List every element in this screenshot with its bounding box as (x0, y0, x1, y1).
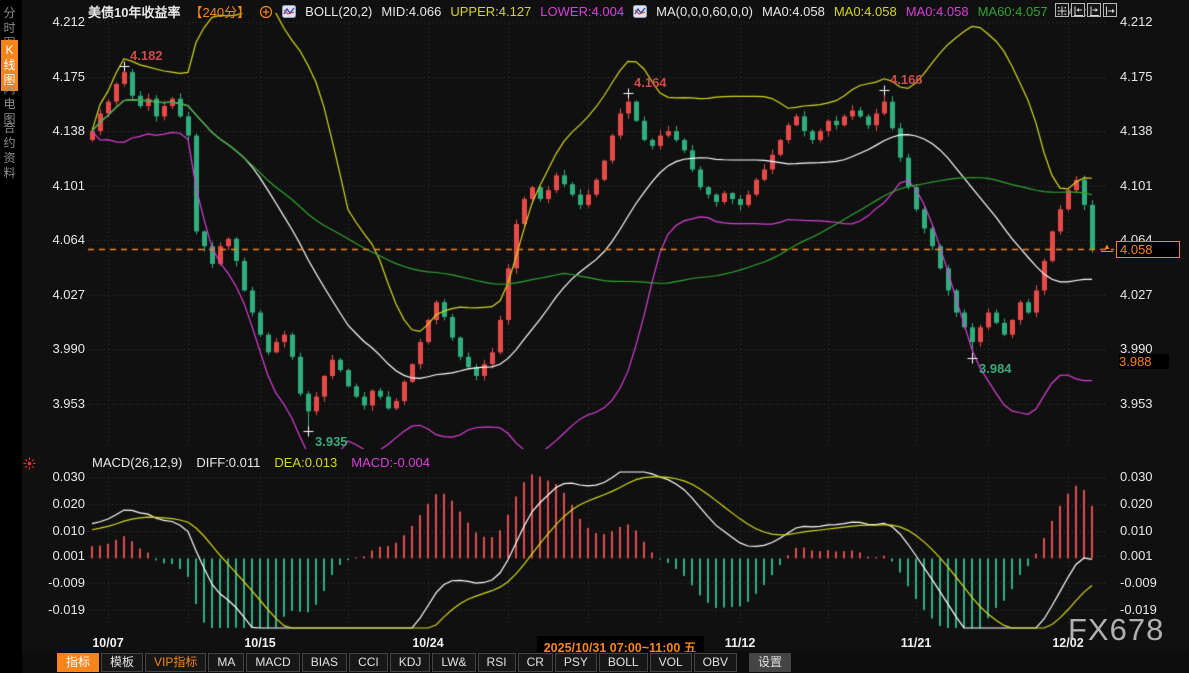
ma-label: MA(0,0,0,60,0,0) (656, 4, 753, 19)
price-annotation-3.935: 3.935 (315, 434, 348, 449)
footer-btn-CR[interactable]: CR (518, 653, 553, 672)
boll-upper-value: UPPER:4.127 (450, 4, 531, 19)
footer-btn-PSY[interactable]: PSY (555, 653, 597, 672)
price-axis-label-left-3.953: 3.953 (28, 396, 85, 412)
macd-diff-value: DIFF:0.011 (196, 455, 260, 470)
macd-value: MACD:-0.004 (351, 455, 430, 470)
footer-btn-MACD[interactable]: MACD (246, 653, 299, 672)
collapse-circle-plus-icon[interactable] (259, 5, 273, 18)
date-tick-label: 10/24 (412, 636, 443, 650)
footer-btn-设置[interactable]: 设置 (749, 653, 791, 672)
sidebar-tab-4[interactable]: 合 约 资 料 (1, 121, 18, 181)
date-tick-label: 11/21 (901, 636, 932, 650)
price-axis-label-right-4.175: 4.175 (1120, 69, 1180, 85)
indicator-toolbar: 指标模板VIP指标MAMACDBIASCCIKDJLW&RSICRPSYBOLL… (0, 652, 1189, 673)
macd-axis-label-right-0.010: 0.010 (1120, 523, 1180, 539)
price-axis-label-left-4.064: 4.064 (28, 232, 85, 248)
ma60-green-value: MA60:4.057 (978, 4, 1048, 19)
date-tick-label: 11/12 (725, 636, 756, 650)
indicator-header: 美债10年收益率 【240分】 BOLL(20,2) MID:4.066 UPP… (88, 3, 1087, 19)
date-tick-label: 10/07 (92, 636, 123, 650)
footer-btn-BOLL[interactable]: BOLL (599, 653, 648, 672)
boll-label: BOLL(20,2) (305, 4, 372, 19)
ma0-magenta-value: MA0:4.058 (906, 4, 969, 19)
price-axis-label-right-4.212: 4.212 (1120, 14, 1180, 30)
boll-mid-value: MID:4.066 (381, 4, 441, 19)
macd-axis-label-right-0.020: 0.020 (1120, 496, 1180, 512)
macd-header: MACD(26,12,9) DIFF:0.011 DEA:0.013 MACD:… (92, 455, 430, 470)
footer-btn-MA[interactable]: MA (208, 653, 244, 672)
price-axis-label-right-4.027: 4.027 (1120, 287, 1180, 303)
footer-btn-VOL[interactable]: VOL (650, 653, 692, 672)
price-axis-label-left-4.138: 4.138 (28, 123, 85, 139)
macd-dea-value: DEA:0.013 (274, 455, 337, 470)
crosshair-tool-icon[interactable] (1055, 3, 1069, 17)
macd-axis-label-left--0.019: -0.019 (28, 602, 85, 618)
macd-axis-label-left-0.020: 0.020 (28, 496, 85, 512)
chart-toolbar (1055, 3, 1117, 17)
footer-btn-OBV[interactable]: OBV (694, 653, 737, 672)
zoom-axis-right-icon[interactable] (1087, 3, 1101, 17)
ma-indicator-icon (633, 5, 647, 18)
footer-btn-模板[interactable]: 模板 (101, 653, 143, 672)
price-axis-label-right-3.953: 3.953 (1120, 396, 1180, 412)
macd-axis-label-right-0.030: 0.030 (1120, 469, 1180, 485)
price-axis-label-left-4.175: 4.175 (28, 69, 85, 85)
date-tick-label: 10/15 (244, 636, 275, 650)
footer-btn-BIAS[interactable]: BIAS (302, 653, 347, 672)
time-axis: 240分 ▲ 10/0710/1510/242025/10/31 07:00~1… (0, 630, 1189, 652)
boll-lower-value: LOWER:4.004 (540, 4, 624, 19)
ma0-white-value: MA0:4.058 (762, 4, 825, 19)
period-badge: 【240分】 (189, 2, 250, 21)
price-axis-label-left-4.027: 4.027 (28, 287, 85, 303)
price-annotation-4.166: 4.166 (890, 72, 923, 87)
zoom-axis-left-icon[interactable] (1071, 3, 1085, 17)
macd-axis-label-left-0.010: 0.010 (28, 523, 85, 539)
settlement-price-tag: 3.988 (1119, 354, 1169, 369)
footer-btn-指标[interactable]: 指标 (57, 653, 99, 672)
footer-btn-VIP指标[interactable]: VIP指标 (145, 653, 206, 672)
macd-axis-label-left-0.030: 0.030 (28, 469, 85, 485)
fx678-watermark: FX678 (1068, 612, 1164, 648)
footer-btn-CCI[interactable]: CCI (349, 653, 388, 672)
macd-axis-label-right--0.009: -0.009 (1120, 575, 1180, 591)
macd-label: MACD(26,12,9) (92, 455, 182, 470)
kline-macd-chart-canvas[interactable] (0, 0, 1189, 673)
price-annotation-3.984: 3.984 (979, 361, 1012, 376)
chart-type-sidebar: 分 时 图K 线 图闪 电 图合 约 资 料 (0, 0, 22, 673)
footer-btn-KDJ[interactable]: KDJ (390, 653, 431, 672)
macd-axis-label-left--0.009: -0.009 (28, 575, 85, 591)
price-axis-label-left-3.990: 3.990 (28, 341, 85, 357)
footer-btn-LW&[interactable]: LW& (432, 653, 475, 672)
macd-axis-label-left-0.001: 0.001 (28, 548, 85, 564)
footer-btn-RSI[interactable]: RSI (478, 653, 516, 672)
trading-app-window: 分 时 图K 线 图闪 电 图合 约 资 料 美债10年收益率 【240分】 B… (0, 0, 1189, 673)
instrument-title: 美债10年收益率 (88, 2, 180, 21)
pan-right-icon[interactable] (1103, 3, 1117, 17)
price-axis-label-left-4.101: 4.101 (28, 178, 85, 194)
ma0-yellow-value: MA0:4.058 (834, 4, 897, 19)
macd-axis-label-right-0.001: 0.001 (1120, 548, 1180, 564)
price-annotation-4.164: 4.164 (634, 75, 667, 90)
price-axis-label-right-4.101: 4.101 (1120, 178, 1180, 194)
price-axis-label-left-4.212: 4.212 (28, 14, 85, 30)
price-annotation-4.182: 4.182 (130, 48, 163, 63)
price-axis-label-right-4.138: 4.138 (1120, 123, 1180, 139)
current-price-tag: 4.058 (1116, 241, 1180, 258)
price-marker-arrow-icon: ▲ (1101, 243, 1113, 252)
boll-indicator-icon (282, 5, 296, 18)
